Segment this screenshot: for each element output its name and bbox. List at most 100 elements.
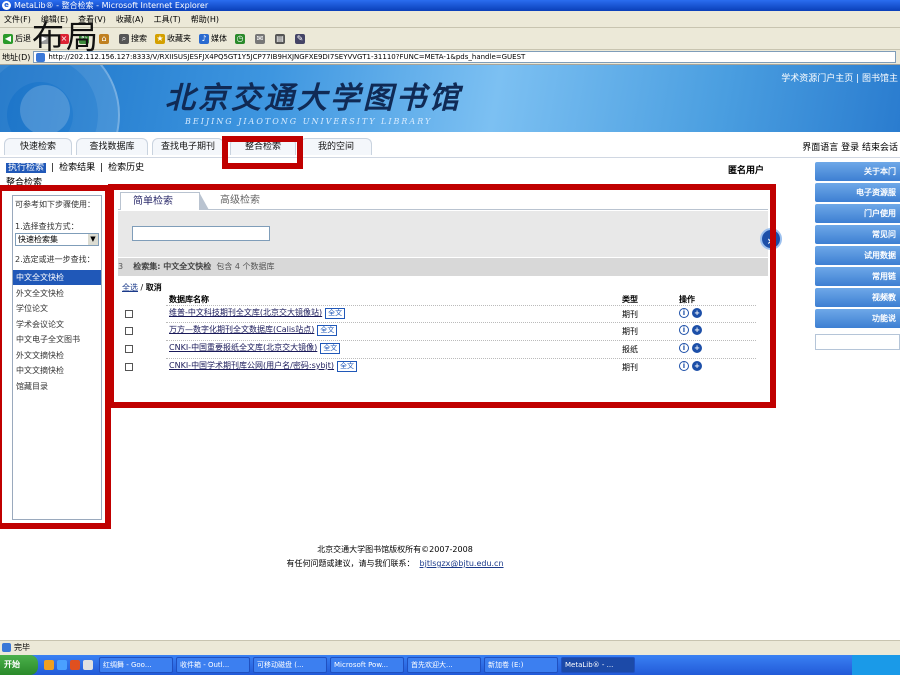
info-icon[interactable]: i bbox=[679, 343, 689, 353]
windows-taskbar: 开始 红绸舞 - Goo... 收件箱 - Outl... 可移动磁盘 (...… bbox=[0, 655, 900, 675]
tab-quick-search[interactable]: 快速检索 bbox=[4, 138, 72, 155]
back-button[interactable]: ◀ 后退 bbox=[3, 33, 31, 44]
search-icon: ⌕ bbox=[119, 33, 129, 44]
row-checkbox[interactable] bbox=[125, 310, 133, 318]
database-link[interactable]: 维普-中文科技期刊全文库(北京交大镜像站) 全文 bbox=[169, 307, 346, 319]
quicklaunch-icon[interactable] bbox=[57, 660, 67, 670]
row-actions: i + bbox=[679, 361, 705, 371]
add-icon[interactable]: + bbox=[692, 308, 702, 318]
menu-tools[interactable]: 工具(T) bbox=[154, 14, 181, 25]
menu-help[interactable]: 帮助(H) bbox=[191, 14, 219, 25]
right-menu-item[interactable]: 功能说 bbox=[815, 309, 900, 328]
search-set-item[interactable]: 外文全文快检 bbox=[13, 286, 101, 301]
media-button[interactable]: ♪ 媒体 bbox=[199, 33, 227, 44]
address-bar: 地址(D) http://202.112.156.127:8333/V/RXII… bbox=[0, 50, 900, 65]
home-icon: ⌂ bbox=[99, 33, 109, 44]
row-checkbox[interactable] bbox=[125, 363, 133, 371]
right-menu-item[interactable]: 电子资源服 bbox=[815, 183, 900, 202]
deselect-link[interactable]: 取消 bbox=[146, 283, 162, 292]
right-menu-item[interactable]: 试用数据 bbox=[815, 246, 900, 265]
tab-advanced-search[interactable]: 高级检索 bbox=[220, 192, 260, 210]
menu-favorites[interactable]: 收藏(A) bbox=[116, 14, 144, 25]
database-type: 报纸 bbox=[622, 345, 638, 354]
search-main-panel: 简单检索 高级检索 » 3 检索集: 中文全文快检 包含 4 个数据库 全选 /… bbox=[118, 192, 782, 398]
select-all-link[interactable]: 全选 bbox=[122, 283, 138, 292]
page-done-icon bbox=[2, 643, 11, 652]
contact-email-link[interactable]: bjtlsgzx@bjtu.edu.cn bbox=[420, 559, 504, 568]
copyright-text: 北京交通大学图书馆版权所有©2007-2008 bbox=[317, 545, 473, 554]
add-icon[interactable]: + bbox=[692, 343, 702, 353]
taskbar-item[interactable]: 收件箱 - Outl... bbox=[176, 657, 250, 673]
quicklaunch-icon[interactable] bbox=[83, 660, 93, 670]
info-icon[interactable]: i bbox=[679, 308, 689, 318]
select-separator: / bbox=[140, 283, 144, 292]
right-menu-item[interactable]: 视频教 bbox=[815, 288, 900, 307]
quicklaunch-icon[interactable] bbox=[70, 660, 80, 670]
search-set-item[interactable]: 学位论文 bbox=[13, 301, 101, 317]
media-icon: ♪ bbox=[199, 33, 209, 44]
add-icon[interactable]: + bbox=[692, 325, 702, 335]
info-icon[interactable]: i bbox=[679, 325, 689, 335]
right-menu-item[interactable]: 常用链 bbox=[815, 267, 900, 286]
row-checkbox[interactable] bbox=[125, 327, 133, 335]
mail-button[interactable]: ✉ bbox=[255, 33, 267, 44]
favorites-button[interactable]: ★ 收藏夹 bbox=[155, 33, 191, 44]
row-actions: i + bbox=[679, 325, 705, 335]
database-link[interactable]: CNKI-中国重要报纸全文库(北京交大镜像) 全文 bbox=[169, 342, 341, 354]
search-set-item[interactable]: 中文文摘快检 bbox=[13, 363, 101, 379]
history-button[interactable]: ◷ bbox=[235, 33, 247, 44]
taskbar-item[interactable]: 可移动磁盘 (... bbox=[253, 657, 327, 673]
library-logo[interactable]: 北京交通大学图书馆 bbox=[165, 73, 462, 117]
home-button[interactable]: ⌂ bbox=[99, 33, 111, 44]
quicklaunch-icon[interactable] bbox=[44, 660, 54, 670]
tab-metasearch[interactable]: 整合检索 bbox=[230, 138, 296, 155]
database-table: 全选 / 取消 数据库名称 类型 操作 维普-中文科技期刊全文库(北京交大镜像站… bbox=[122, 282, 762, 372]
start-button[interactable]: 开始 bbox=[0, 655, 38, 675]
address-input[interactable]: http://202.112.156.127:8333/V/RXIISUSJES… bbox=[33, 51, 896, 63]
info-icon[interactable]: i bbox=[679, 361, 689, 371]
right-menu-item[interactable]: 门户使用 bbox=[815, 204, 900, 223]
right-menu-item[interactable]: 常见问 bbox=[815, 225, 900, 244]
cd-hub-decoration bbox=[20, 85, 70, 132]
search-set-item[interactable]: 学术会议论文 bbox=[13, 317, 101, 332]
subnav-execute-search[interactable]: 执行检索 bbox=[6, 163, 47, 173]
taskbar-item[interactable]: 红绸舞 - Goo... bbox=[99, 657, 173, 673]
taskbar-item[interactable]: Microsoft Pow... bbox=[330, 657, 404, 673]
portal-top-links[interactable]: 学术资源门户主页 | 图书馆主 bbox=[781, 71, 898, 84]
taskbar-item[interactable]: 首先欢迎大... bbox=[407, 657, 481, 673]
database-link[interactable]: 万方—数字化期刊全文数据库(Calis站点) 全文 bbox=[169, 324, 338, 336]
tab-simple-search[interactable]: 简单检索 bbox=[120, 192, 209, 210]
library-logo-english: BEIJING JIAOTONG UNIVERSITY LIBRARY bbox=[185, 117, 433, 126]
search-set-item[interactable]: 中文全文快检 bbox=[13, 270, 101, 286]
anonymous-user-label: 匿名用户 bbox=[728, 166, 765, 176]
print-button[interactable]: ▤ bbox=[275, 33, 287, 44]
col-header-type: 类型 bbox=[622, 295, 638, 304]
add-icon[interactable]: + bbox=[692, 361, 702, 371]
nav-right-links[interactable]: 界面语言 登录 结束会话 bbox=[802, 140, 898, 153]
search-set-item[interactable]: 中文电子全文图书 bbox=[13, 332, 101, 348]
right-menu-item[interactable]: 关于本门 bbox=[815, 162, 900, 181]
search-mode-select[interactable]: 快速检索集 ▼ bbox=[15, 233, 99, 246]
taskbar-item[interactable]: MetaLib® - ... bbox=[561, 657, 635, 673]
tab-find-ejournal[interactable]: 查找电子期刊 bbox=[152, 138, 224, 155]
search-tabs: 简单检索 高级检索 bbox=[118, 192, 768, 210]
subnav-separator: | bbox=[51, 163, 55, 173]
menu-file[interactable]: 文件(F) bbox=[4, 14, 31, 25]
row-checkbox[interactable] bbox=[125, 345, 133, 353]
edit-button[interactable]: ✎ bbox=[295, 33, 307, 44]
go-search-button[interactable]: » bbox=[760, 228, 782, 250]
taskbar-item[interactable]: 新加卷 (E:) bbox=[484, 657, 558, 673]
search-set-item[interactable]: 外文文摘快检 bbox=[13, 348, 101, 363]
subnav-results[interactable]: 检索结果 bbox=[59, 163, 95, 173]
system-tray bbox=[852, 655, 900, 675]
set-info-count: 包含 4 个数据库 bbox=[216, 262, 275, 271]
search-input[interactable] bbox=[132, 226, 270, 241]
subnav-history[interactable]: 检索历史 bbox=[108, 163, 144, 173]
tab-find-database[interactable]: 查找数据库 bbox=[76, 138, 148, 155]
contact-line: 有任何问题或建议，请与我们联系： bjtlsgzx@bjtu.edu.cn bbox=[286, 559, 504, 568]
browser-toolbar: ◀ 后退 ▶ × ↻ ⌂ ⌕ 搜索 ★ 收藏夹 ♪ 媒体 ◷ ✉ ▤ ✎ bbox=[0, 28, 900, 50]
database-link[interactable]: CNKI-中国学术期刊库公网(用户名/密码:sybjt) 全文 bbox=[169, 360, 358, 372]
search-set-item[interactable]: 馆藏目录 bbox=[13, 379, 101, 394]
tab-my-space[interactable]: 我的空间 bbox=[300, 138, 372, 155]
search-button[interactable]: ⌕ 搜索 bbox=[119, 33, 147, 44]
